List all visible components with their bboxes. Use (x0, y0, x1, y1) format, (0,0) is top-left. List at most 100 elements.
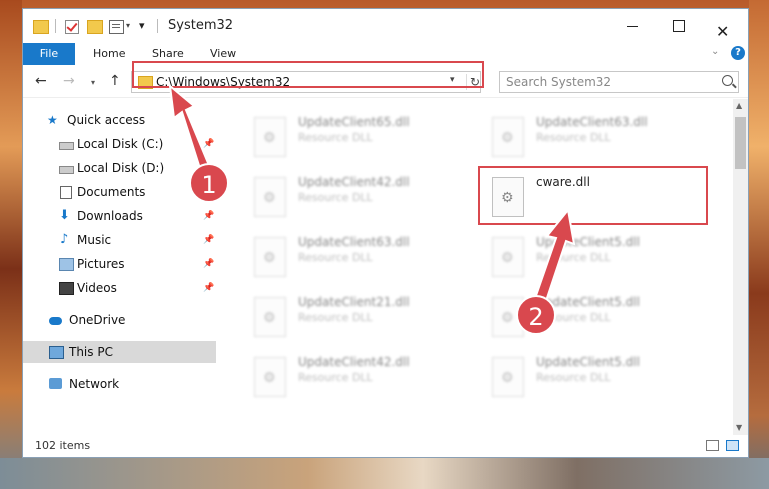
status-bar: 102 items (23, 435, 748, 457)
close-button[interactable]: ✕ (702, 9, 748, 43)
file-item[interactable]: UpdateClient65.dll Resource DLL (246, 111, 476, 167)
sidebar-item-pictures[interactable]: Pictures 📌 (23, 253, 216, 275)
desktop-background-right (749, 0, 769, 489)
pin-icon[interactable]: 📌 (203, 205, 214, 227)
drive-icon (59, 142, 74, 150)
picture-icon (59, 258, 74, 271)
sidebar-item-label: Local Disk (D:) (77, 161, 165, 175)
file-type: Resource DLL (536, 251, 611, 264)
search-box[interactable]: Search System32 (499, 71, 739, 93)
minimize-button[interactable] (610, 9, 656, 43)
dll-file-icon (254, 237, 286, 277)
folder-icon (33, 20, 49, 34)
download-arrow-icon: ⬇ (59, 208, 70, 223)
scroll-up-icon[interactable]: ▲ (736, 101, 742, 110)
pin-icon[interactable]: 📌 (203, 229, 214, 251)
file-highlight-box (478, 166, 708, 225)
file-type: Resource DLL (298, 311, 373, 324)
sidebar-item-downloads[interactable]: ⬇ Downloads 📌 (23, 205, 216, 227)
dll-file-icon (254, 357, 286, 397)
up-arrow-icon[interactable]: ↑ (109, 73, 121, 89)
toolbar-separator (157, 19, 158, 33)
sidebar-item-label: Local Disk (C:) (77, 137, 164, 151)
view-options-icon[interactable] (109, 20, 124, 34)
dll-file-icon (254, 177, 286, 217)
new-folder-icon[interactable] (87, 20, 103, 34)
file-name: UpdateClient5.dll (536, 235, 640, 249)
file-item[interactable]: UpdateClient63.dll Resource DLL (246, 231, 476, 287)
scrollbar-thumb[interactable] (735, 117, 746, 169)
sidebar-item-network[interactable]: Network (23, 373, 216, 395)
step-badge-2: 2 (516, 295, 556, 335)
window-title: System32 (168, 18, 234, 33)
sidebar-item-label: Network (69, 377, 120, 391)
expand-ribbon-icon[interactable]: ⌄ (711, 46, 719, 57)
large-icons-view-icon[interactable] (726, 440, 739, 451)
recent-locations-icon[interactable]: ▾ (91, 78, 95, 87)
document-icon (60, 186, 72, 199)
file-list-pane: UpdateClient65.dll Resource DLL UpdateCl… (238, 105, 733, 435)
file-item[interactable]: UpdateClient42.dll Resource DLL (246, 171, 476, 227)
sidebar-item-local-disk-d[interactable]: Local Disk (D:) (23, 157, 216, 179)
sidebar-item-label: Pictures (77, 257, 125, 271)
sidebar-item-local-disk-c[interactable]: Local Disk (C:) 📌 (23, 133, 216, 155)
search-input[interactable]: Search System32 (506, 75, 611, 89)
sidebar-item-label: Videos (77, 281, 117, 295)
dll-file-icon (254, 117, 286, 157)
customize-toolbar-icon[interactable]: ▾ (139, 19, 145, 32)
sidebar-item-videos[interactable]: Videos 📌 (23, 277, 216, 299)
scroll-down-icon[interactable]: ▼ (736, 423, 742, 432)
step-badge-1: 1 (189, 163, 229, 203)
network-icon (49, 378, 62, 389)
file-type: Resource DLL (298, 191, 373, 204)
file-item[interactable]: UpdateClient21.dll Resource DLL (246, 291, 476, 347)
maximize-button[interactable] (656, 9, 702, 43)
file-item[interactable]: UpdateClient63.dll Resource DLL (484, 111, 714, 167)
film-icon (59, 282, 74, 295)
file-item[interactable]: UpdateClient42.dll Resource DLL (246, 351, 476, 407)
address-highlight-box (132, 61, 484, 88)
toolbar-separator (55, 19, 56, 33)
file-type: Resource DLL (298, 131, 373, 144)
desktop-background-left (0, 0, 22, 489)
properties-check-icon[interactable] (65, 20, 79, 34)
item-count: 102 items (35, 439, 91, 452)
sidebar-item-label: Downloads (77, 209, 143, 223)
pin-icon[interactable]: 📌 (203, 253, 214, 275)
file-type: Resource DLL (536, 131, 611, 144)
file-name: UpdateClient63.dll (536, 115, 648, 129)
search-icon[interactable] (722, 75, 733, 86)
sidebar-item-documents[interactable]: Documents 📌 (23, 181, 216, 203)
star-icon: ★ (47, 113, 58, 127)
sidebar-item-quick-access[interactable]: ★ Quick access (23, 109, 216, 131)
file-item[interactable]: UpdateClient5.dll Resource DLL (484, 351, 714, 407)
pin-icon[interactable]: 📌 (203, 133, 214, 155)
file-item[interactable]: UpdateClient5.dll Resource DLL (484, 231, 714, 287)
caret-down-icon[interactable]: ▾ (126, 21, 130, 30)
sidebar-item-onedrive[interactable]: OneDrive (23, 309, 216, 331)
file-name: UpdateClient5.dll (536, 355, 640, 369)
sidebar-item-this-pc[interactable]: This PC (23, 341, 216, 363)
tab-home[interactable]: Home (93, 43, 125, 65)
help-icon[interactable]: ? (731, 46, 745, 60)
forward-arrow-icon[interactable]: → (63, 73, 75, 89)
sidebar-item-label: Quick access (67, 113, 146, 127)
desktop-background-bottom (0, 458, 769, 489)
tab-file[interactable]: File (23, 43, 75, 65)
vertical-scrollbar[interactable]: ▲ ▼ (733, 99, 748, 435)
minimize-icon (627, 26, 638, 27)
file-type: Resource DLL (536, 371, 611, 384)
file-type: Resource DLL (298, 371, 373, 384)
sidebar-item-label: This PC (69, 345, 113, 359)
pin-icon[interactable]: 📌 (203, 277, 214, 299)
drive-icon (59, 166, 74, 174)
file-name: UpdateClient63.dll (298, 235, 410, 249)
dll-file-icon (492, 117, 524, 157)
dll-file-icon (492, 357, 524, 397)
cloud-icon (49, 317, 62, 325)
sidebar-item-music[interactable]: ♪ Music 📌 (23, 229, 216, 251)
sidebar-item-label: Music (77, 233, 112, 247)
back-arrow-icon[interactable]: ← (35, 73, 47, 89)
details-view-icon[interactable] (706, 440, 719, 451)
file-name: UpdateClient42.dll (298, 175, 410, 189)
